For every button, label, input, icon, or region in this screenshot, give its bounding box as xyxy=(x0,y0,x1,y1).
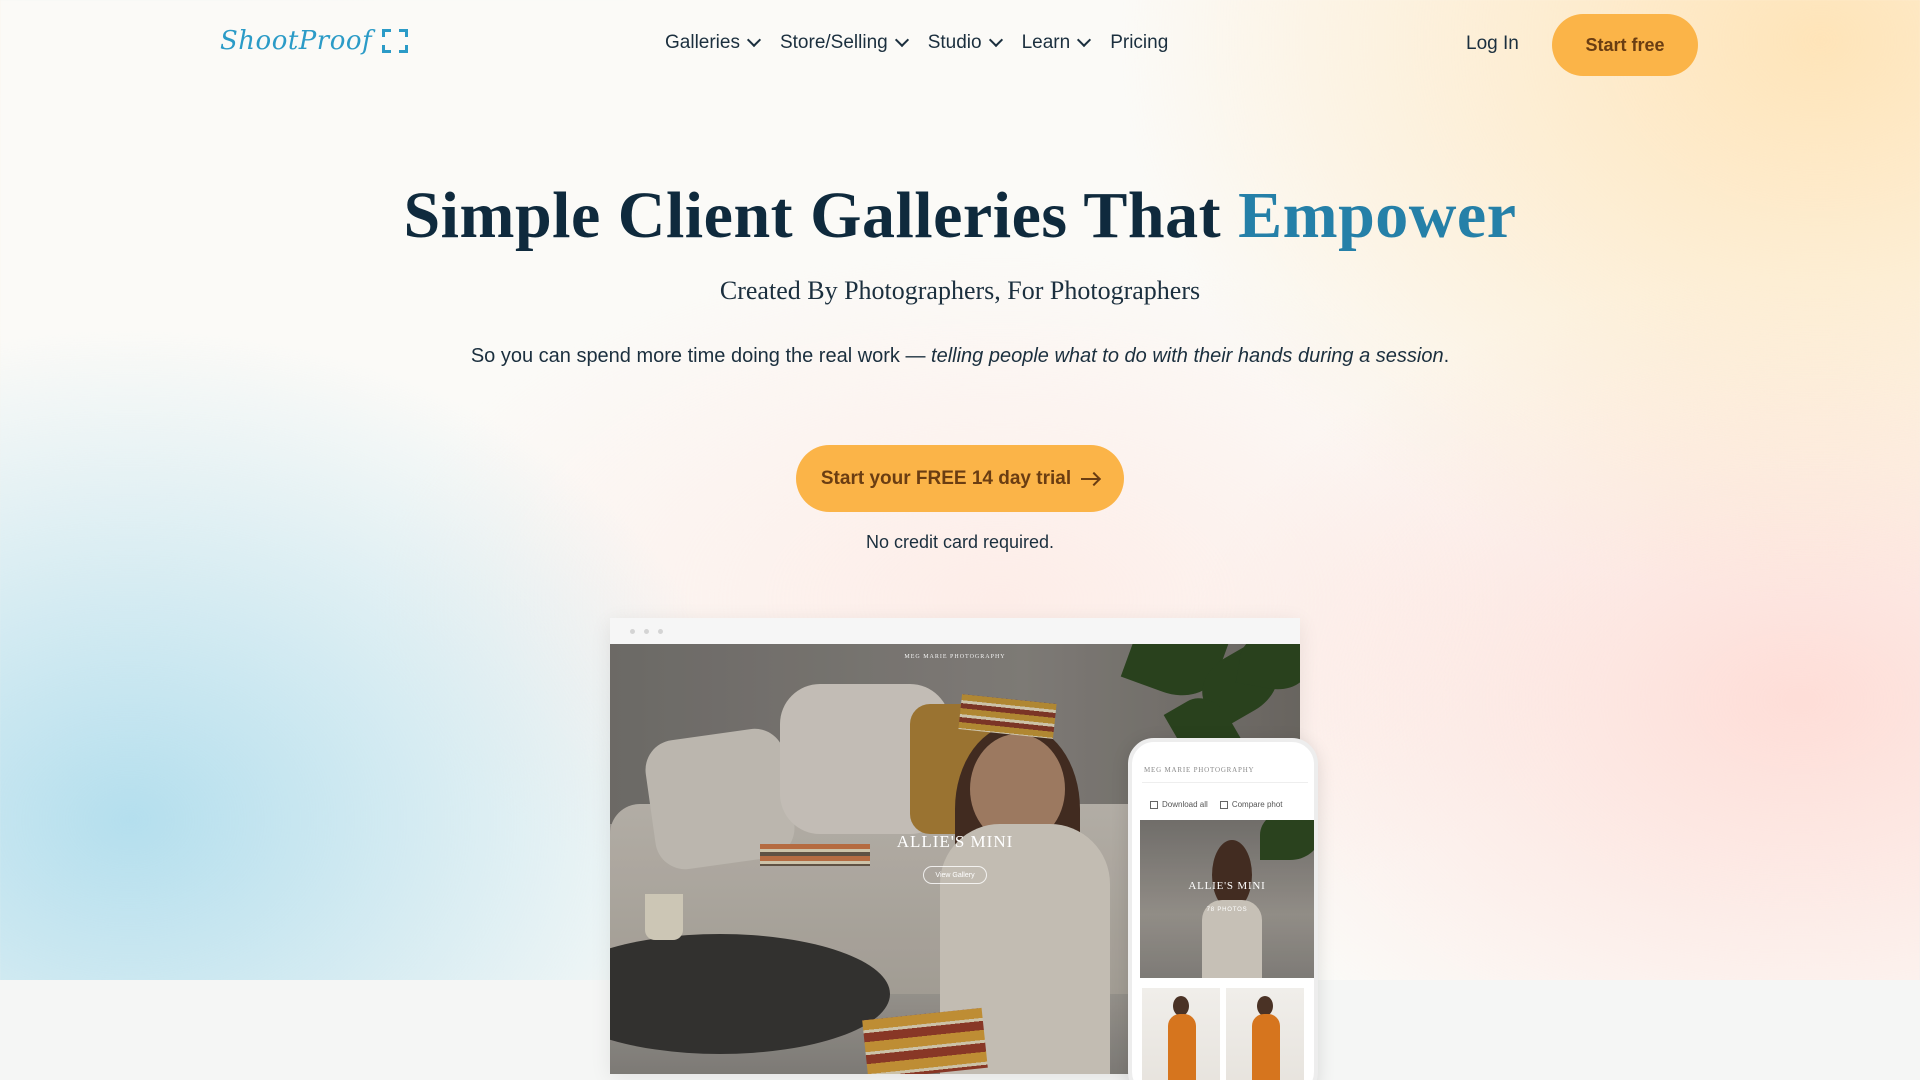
shootproof-logo[interactable]: ShootProof xyxy=(220,26,409,56)
start-free-button[interactable]: Start free xyxy=(1552,14,1698,76)
download-icon xyxy=(1150,800,1158,809)
browser-bar xyxy=(610,618,1300,644)
compare-icon xyxy=(1219,800,1228,809)
hero-subtitle: Created By Photographers, For Photograph… xyxy=(719,276,1201,305)
hero-title-accent: Empower xyxy=(1238,179,1517,252)
nav-item-label: Galleries xyxy=(665,32,740,53)
lead-end: . xyxy=(1443,345,1450,367)
hero-lead: So you can spend more time doing the rea… xyxy=(0,345,1920,368)
cta-label: Start your FREE 14 day trial xyxy=(820,467,1072,489)
gallery-thumbnail[interactable] xyxy=(1142,988,1220,1080)
photographer-brand: MEG MARIE PHOTOGRAPHY xyxy=(904,654,1006,660)
nav-item-label: Studio xyxy=(927,32,982,53)
phone-cover-photo[interactable]: ALLIE'S MINI 78 PHOTOS xyxy=(1140,820,1314,978)
hero-title: Simple Client Galleries That Empower xyxy=(0,178,1920,254)
chevron-down-icon xyxy=(1077,32,1092,48)
hero-title-main: Simple Client Galleries That xyxy=(403,179,1222,252)
divider xyxy=(1142,782,1308,783)
logo-text: ShootProof xyxy=(220,26,373,56)
main-nav: Galleries Store/Selling Studio Learn Pri… xyxy=(665,32,1189,54)
compare-photos-button[interactable]: Compare phot xyxy=(1219,800,1283,809)
nav-item-learn[interactable]: Learn xyxy=(1021,32,1092,54)
phone-gallery-title: ALLIE'S MINI xyxy=(1188,880,1266,892)
nav-item-label: Pricing xyxy=(1110,32,1169,53)
download-all-button[interactable]: Download all xyxy=(1150,800,1208,809)
chevron-down-icon xyxy=(894,32,909,48)
logo-frame-icon xyxy=(382,29,409,53)
phone-photo-count: 78 PHOTOS xyxy=(1206,907,1248,913)
nav-item-studio[interactable]: Studio xyxy=(927,32,1003,54)
gallery-thumbnail[interactable] xyxy=(1226,988,1304,1080)
lead-italic: telling people what to do with their han… xyxy=(931,345,1444,367)
nav-item-pricing[interactable]: Pricing xyxy=(1110,32,1168,54)
nav-item-label: Learn xyxy=(1021,32,1071,53)
download-all-label: Download all xyxy=(1162,800,1208,809)
nav-item-label: Store/Selling xyxy=(779,32,888,53)
no-credit-card-note: No credit card required. xyxy=(865,532,1055,552)
chevron-down-icon xyxy=(746,32,762,48)
login-link[interactable]: Log In xyxy=(1466,33,1519,55)
start-trial-button[interactable]: Start your FREE 14 day trial xyxy=(796,445,1124,512)
nav-item-galleries[interactable]: Galleries xyxy=(665,32,762,54)
chevron-down-icon xyxy=(988,32,1003,48)
compare-label: Compare phot xyxy=(1231,800,1283,809)
lead-plain: So you can spend more time doing the rea… xyxy=(470,345,932,367)
view-gallery-button[interactable]: View Gallery xyxy=(923,866,987,884)
nav-item-store-selling[interactable]: Store/Selling xyxy=(779,32,909,54)
arrow-right-icon xyxy=(1081,477,1100,480)
phone-actions: Download all Compare phot xyxy=(1150,800,1295,809)
phone-photographer-brand: MEG MARIE PHOTOGRAPHY xyxy=(1144,766,1255,774)
phone-gallery-mockup: MEG MARIE PHOTOGRAPHY Download all Compa… xyxy=(1128,738,1318,1080)
